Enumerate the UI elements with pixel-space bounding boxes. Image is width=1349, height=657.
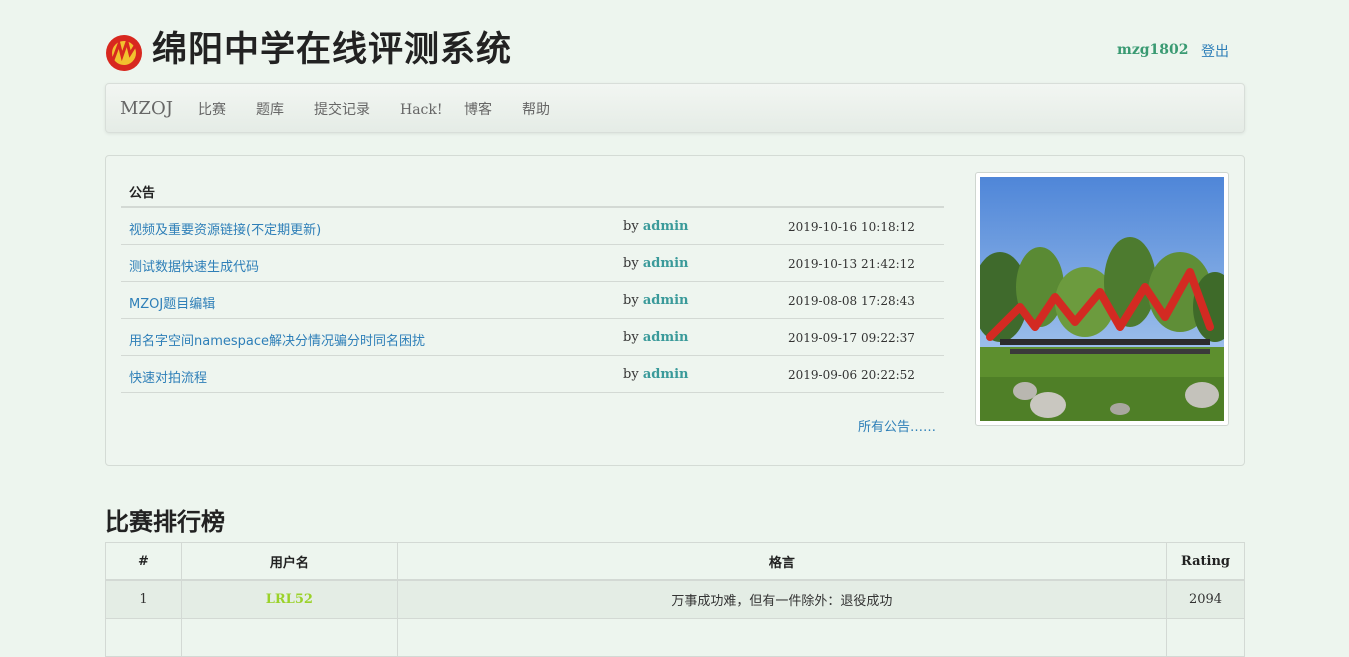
author-link[interactable]: admin [643,293,689,308]
announcement-author: by admin [623,256,689,271]
nav-hack[interactable]: Hack! [400,101,443,119]
nav-contests[interactable]: 比赛 [198,101,226,119]
motto-cell: 万事成功难，但有一件除外：退役成功 [396,579,1168,619]
author-link[interactable]: admin [643,330,689,345]
column-rank: # [105,542,182,581]
announcement-row: 快速对拍流程 by admin 2019-09-06 20:22:52 [121,356,944,393]
author-link[interactable]: admin [643,367,689,382]
nav-brand[interactable]: MZOJ [120,99,173,119]
announcement-date: 2019-09-17 09:22:37 [788,331,915,345]
announcement-title-link[interactable]: 快速对拍流程 [129,367,207,386]
nav-blog[interactable]: 博客 [464,101,492,119]
announcement-date: 2019-08-08 17:28:43 [788,294,915,308]
user-link[interactable]: LRL52 [266,592,313,607]
announcement-author: by admin [623,293,689,308]
nav-problems[interactable]: 题库 [256,101,284,119]
announcement-author: by admin [623,219,689,234]
table-row: 1 LRL52 万事成功难，但有一件除外：退役成功 2094 [105,579,1245,619]
announcement-title-link[interactable]: 测试数据快速生成代码 [129,256,259,275]
nav-help[interactable]: 帮助 [522,101,550,119]
table-row [105,618,1245,657]
author-link[interactable]: admin [643,219,689,234]
site-header: 绵阳中学在线评测系统 mzg1802 登出 [105,28,1245,76]
announcement-title-link[interactable]: 视频及重要资源链接(不定期更新) [129,219,321,238]
announcement-title-link[interactable]: MZOJ题目编辑 [129,293,215,312]
announcement-row: 测试数据快速生成代码 by admin 2019-10-13 21:42:12 [121,245,944,282]
author-link[interactable]: admin [643,256,689,271]
rating-cell: 2094 [1166,579,1245,619]
ranking-title: 比赛排行榜 [105,508,225,536]
announcement-title-link[interactable]: 用名字空间namespace解决分情况骗分时同名困扰 [129,330,425,349]
announcement-author: by admin [623,330,689,345]
main-navbar: MZOJ 比赛 题库 提交记录 Hack! 博客 帮助 [105,83,1245,133]
rank-cell: 1 [105,579,182,619]
announcement-panel: 公告 视频及重要资源链接(不定期更新) by admin 2019-10-16 … [105,155,1245,466]
announcement-row: MZOJ题目编辑 by admin 2019-08-08 17:28:43 [121,282,944,319]
campus-photo-image [980,177,1224,421]
announcement-date: 2019-09-06 20:22:52 [788,368,915,382]
column-username: 用户名 [180,542,398,581]
ranking-table: # 用户名 格言 Rating 1 LRL52 万事成功难，但有一件除外：退役成… [105,542,1245,657]
announcement-date: 2019-10-13 21:42:12 [788,257,915,271]
announcement-date: 2019-10-16 10:18:12 [788,220,915,234]
announcement-table: 公告 视频及重要资源链接(不定期更新) by admin 2019-10-16 … [121,170,944,435]
announcement-row: 视频及重要资源链接(不定期更新) by admin 2019-10-16 10:… [121,208,944,245]
school-logo-icon[interactable] [105,34,143,72]
all-announcements-link[interactable]: 所有公告…… [858,416,936,435]
current-user-link[interactable]: mzg1802 [1117,42,1189,58]
announcement-row: 用名字空间namespace解决分情况骗分时同名困扰 by admin 2019… [121,319,944,356]
site-title: 绵阳中学在线评测系统 [152,30,513,70]
announcement-header: 公告 [121,170,944,208]
campus-photo [975,172,1229,426]
column-rating: Rating [1166,542,1245,581]
logout-link[interactable]: 登出 [1201,41,1229,61]
announcement-author: by admin [623,367,689,382]
nav-submissions[interactable]: 提交记录 [314,101,370,119]
column-motto: 格言 [396,542,1168,581]
